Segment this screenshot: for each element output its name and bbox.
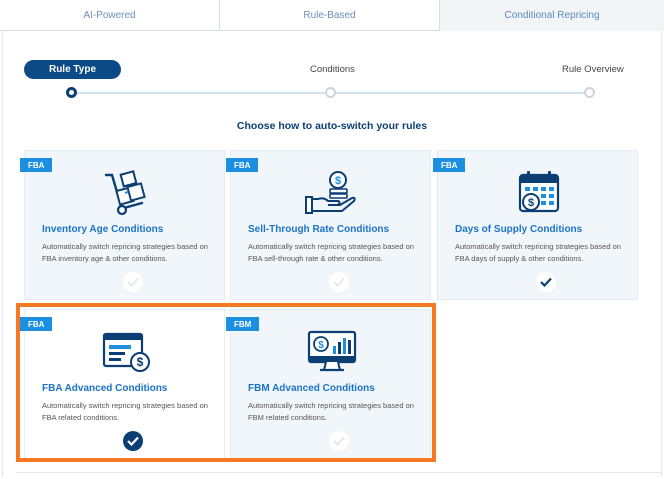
svg-text:$: $ (137, 355, 144, 369)
step-dot[interactable] (584, 87, 595, 98)
stepper-track (76, 92, 326, 94)
fulfillment-badge: FBM (226, 317, 260, 331)
card-title: Sell-Through Rate Conditions (248, 224, 390, 235)
svg-text:$: $ (528, 197, 534, 209)
tab-ai-powered[interactable]: AI-Powered (0, 0, 220, 31)
card-days-of-supply[interactable]: FBA $ Days of Supply Conditions Automati… (433, 150, 638, 300)
repricing-type-tabs: AI-Powered Rule-Based Conditional Repric… (0, 0, 664, 31)
hand-coins-icon: $ (305, 171, 356, 214)
divider (16, 472, 660, 473)
card-fbm-advanced[interactable]: FBM $ FBM Advanced Conditions Automatica… (226, 309, 431, 459)
step-dot-active[interactable] (66, 87, 77, 98)
card-description: Automatically switch repricing strategie… (248, 401, 414, 422)
fulfillment-badge: FBA (20, 317, 53, 331)
checkmark-icon[interactable] (536, 272, 556, 292)
card-title: FBM Advanced Conditions (248, 383, 375, 394)
tab-conditional-repricing[interactable]: Conditional Repricing (440, 0, 664, 31)
card-description: Automatically switch repricing strategie… (248, 242, 414, 263)
unchecked-icon[interactable] (329, 431, 349, 451)
fulfillment-badge: FBA (20, 158, 53, 172)
browser-dollar-icon: $ (102, 332, 150, 372)
card-sell-through-rate[interactable]: FBA $ Sell-Through Rate Conditions Autom… (226, 150, 431, 300)
card-title: Days of Supply Conditions (455, 224, 583, 235)
card-title: FBA Advanced Conditions (42, 383, 168, 394)
calendar-dollar-icon: $ (518, 171, 560, 213)
section-heading: Choose how to auto-switch your rules (236, 120, 428, 132)
svg-text:$: $ (335, 175, 341, 187)
unchecked-icon[interactable] (329, 272, 349, 292)
card-fba-advanced[interactable]: FBA $ FBA Advanced Conditions Automatica… (20, 309, 225, 459)
checkmark-icon[interactable] (123, 431, 143, 451)
monitor-chart-icon: $ (307, 330, 357, 372)
step-rule-overview[interactable]: Rule Overview (562, 64, 624, 75)
card-description: Automatically switch repricing strategie… (455, 242, 621, 263)
step-rule-type[interactable]: Rule Type (24, 60, 121, 79)
card-description: Automatically switch repricing strategie… (42, 242, 208, 263)
svg-text:$: $ (318, 340, 324, 351)
step-conditions[interactable]: Conditions (310, 64, 355, 75)
fulfillment-badge: FBA (226, 158, 259, 172)
tab-rule-based[interactable]: Rule-Based (220, 0, 440, 31)
stepper-track (336, 92, 586, 94)
unchecked-icon[interactable] (123, 272, 143, 292)
card-title: Inventory Age Conditions (42, 224, 164, 235)
card-inventory-age[interactable]: FBA Inventory Age Conditions Automatical… (20, 150, 225, 300)
step-dot[interactable] (325, 87, 336, 98)
fulfillment-badge: FBA (433, 158, 466, 172)
hand-truck-boxes-icon (104, 170, 146, 216)
card-description: Automatically switch repricing strategie… (42, 401, 208, 422)
